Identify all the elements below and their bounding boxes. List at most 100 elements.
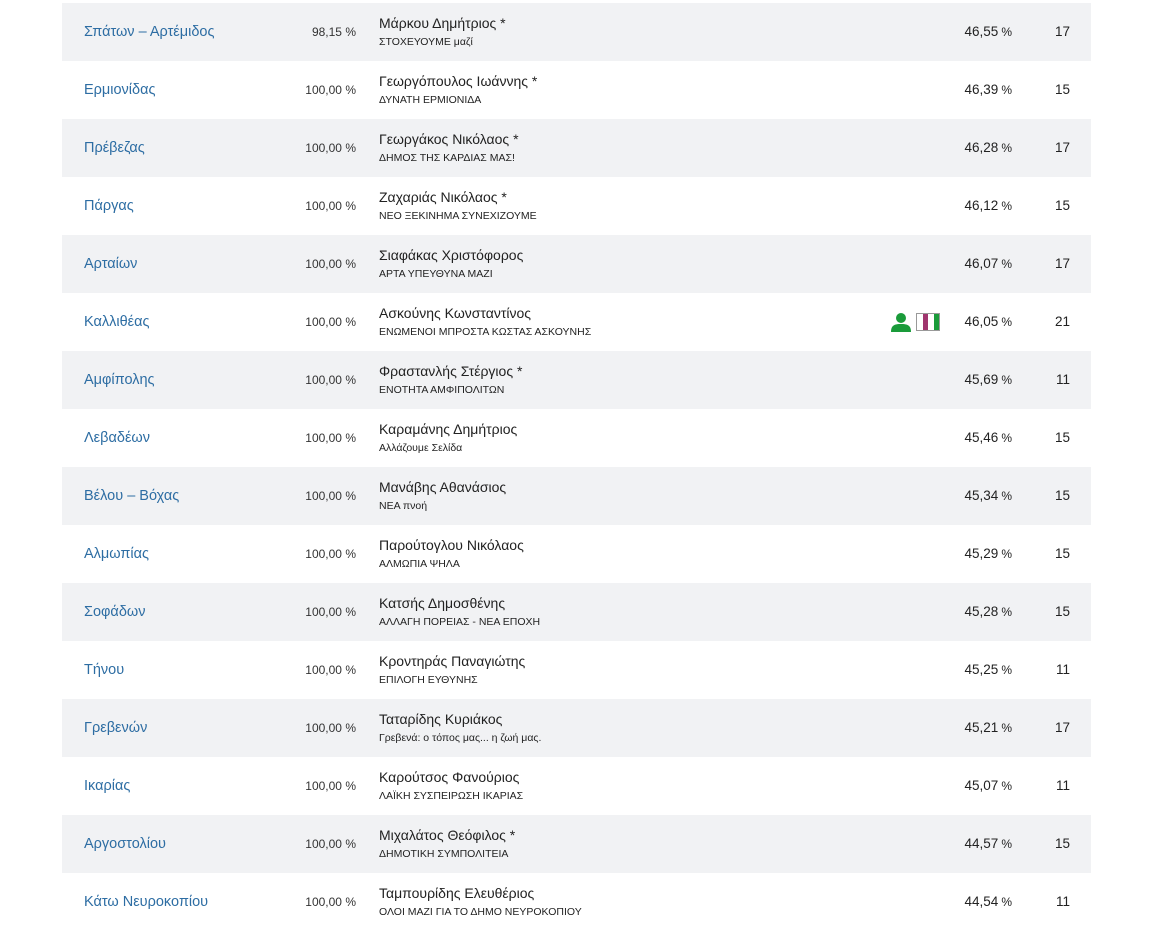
table-row: Πάργας 100,00 % Ζαχαριάς Νικόλαος * ΝΕΟ ΞΕΚ… [62, 177, 1091, 235]
results-table: Σπάτων – Αρτέμιδος 98,15 % Μάρκου Δημήτριο… [62, 3, 1091, 929]
candidate-name: Φραστανλής Στέργιος * [379, 363, 523, 379]
candidate-party: ΕΝΩΜΕΝΟΙ ΜΠΡΟΣΤΑ ΚΩΣΤΑΣ ΑΣΚΟΥΝΗΣ [379, 326, 592, 338]
candidate-icons [890, 312, 940, 332]
vote-percentage: 45,07% [965, 757, 1012, 815]
vote-percentage: 46,55% [965, 3, 1012, 61]
vote-percentage: 46,07% [965, 235, 1012, 293]
seats-count: 15 [1054, 488, 1070, 503]
percent-unit: % [1001, 895, 1012, 909]
candidate-name: Ταταρίδης Κυριάκος [379, 711, 503, 727]
percent-unit: % [1001, 25, 1012, 39]
candidate-name: Μάρκου Δημήτριος * [379, 15, 506, 31]
vote-percentage: 45,21% [965, 699, 1012, 757]
municipality-link[interactable]: Αμφίπολης [84, 351, 155, 409]
percent-unit: % [1001, 547, 1012, 561]
candidate-name: Σιαφάκας Χριστόφορος [379, 247, 524, 263]
vote-percentage: 44,57% [965, 815, 1012, 873]
seats-count: 15 [1054, 836, 1070, 851]
vote-percentage: 45,34% [965, 467, 1012, 525]
percent-unit: % [1001, 257, 1012, 271]
candidate-cell: Γεωργόπουλος Ιωάννης * ΔΥΝΑΤΗ ΕΡΜΙΟΝΙΔΑ [379, 73, 537, 107]
municipality-link[interactable]: Πρέβεζας [84, 119, 145, 177]
seats-count: 11 [1055, 894, 1070, 909]
vote-percentage: 45,46% [965, 409, 1012, 467]
candidate-party: ΑΡΤΑ ΥΠΕΥΘΥΝΑ ΜΑΖΙ [379, 268, 493, 280]
candidate-name: Καρούτσος Φανούριος [379, 769, 520, 785]
municipality-link[interactable]: Ικαρίας [84, 757, 130, 815]
candidate-party: ΛΑΪΚΗ ΣΥΣΠΕΙΡΩΣΗ ΙΚΑΡΙΑΣ [379, 790, 524, 802]
vote-percentage-value: 45,34 [964, 488, 999, 503]
candidate-party: ΟΛΟΙ ΜΑΖΙ ΓΙΑ ΤΟ ΔΗΜΟ ΝΕΥΡΟΚΟΠΙΟΥ [379, 906, 582, 918]
municipality-link[interactable]: Σοφάδων [84, 583, 145, 641]
vote-percentage: 45,28% [965, 583, 1012, 641]
municipality-link[interactable]: Λεβαδέων [84, 409, 150, 467]
percent-unit: % [1001, 141, 1012, 155]
municipality-link[interactable]: Ερμιονίδας [84, 61, 155, 119]
counted-percentage: 100,00 % [305, 373, 356, 387]
table-row: Πρέβεζας 100,00 % Γεωργάκος Νικόλαος * ΔΗΜΟ… [62, 119, 1091, 177]
municipality-link[interactable]: Γρεβενών [84, 699, 147, 757]
seats-count: 21 [1054, 314, 1070, 329]
vote-percentage-value: 46,55 [964, 24, 999, 39]
seats-count: 15 [1054, 82, 1070, 97]
percent-unit: % [1001, 373, 1012, 387]
vote-percentage-value: 46,39 [964, 82, 999, 97]
percent-unit: % [1001, 837, 1012, 851]
counted-percentage: 100,00 % [305, 837, 356, 851]
vote-percentage-value: 44,54 [964, 894, 999, 909]
counted-percentage: 98,15 % [311, 25, 356, 39]
seats-count: 17 [1054, 24, 1070, 39]
candidate-cell: Ταταρίδης Κυριάκος Γρεβενά: ο τόπος μας..… [379, 711, 541, 745]
counted-percentage: 100,00 % [305, 257, 356, 271]
counted-percentage: 100,00 % [305, 141, 356, 155]
municipality-link[interactable]: Τήνου [84, 641, 124, 699]
candidate-name: Παρούτογλου Νικόλαος [379, 537, 524, 553]
person-icon [890, 312, 912, 332]
seats-count: 15 [1054, 430, 1070, 445]
vote-percentage: 46,39% [965, 61, 1012, 119]
table-row: Αργοστολίου 100,00 % Μιχαλάτος Θεόφιλος * Δ… [62, 815, 1091, 873]
municipality-link[interactable]: Κάτω Νευροκοπίου [84, 873, 208, 929]
table-row: Ερμιονίδας 100,00 % Γεωργόπουλος Ιωάννης *… [62, 61, 1091, 119]
table-row: Κάτω Νευροκοπίου 100,00 % Ταμπουρίδης Ελευ… [62, 873, 1091, 929]
seats-count: 11 [1055, 778, 1070, 793]
municipality-link[interactable]: Αλμωπίας [84, 525, 149, 583]
municipality-link[interactable]: Πάργας [84, 177, 134, 235]
candidate-cell: Παρούτογλου Νικόλαος ΑΛΜΩΠΙΑ ΨΗΛΑ [379, 537, 524, 571]
candidate-cell: Μανάβης Αθανάσιος ΝΕΑ πνοή [379, 479, 506, 513]
candidate-cell: Μάρκου Δημήτριος * ΣΤΟΧΕΥΟΥΜΕ μαζί [379, 15, 506, 49]
municipality-link[interactable]: Βέλου – Βόχας [84, 467, 179, 525]
candidate-name: Κατσής Δημοσθένης [379, 595, 506, 611]
seats-count: 15 [1054, 604, 1070, 619]
candidate-name: Μανάβης Αθανάσιος [379, 479, 507, 495]
vote-percentage: 46,28% [965, 119, 1012, 177]
table-row: Αρταίων 100,00 % Σιαφάκας Χριστόφορος ΑΡΤΑ … [62, 235, 1091, 293]
vote-percentage: 45,29% [965, 525, 1012, 583]
vote-percentage: 45,25% [965, 641, 1012, 699]
municipality-link[interactable]: Αργοστολίου [84, 815, 166, 873]
seats-count: 17 [1054, 140, 1070, 155]
candidate-cell: Ζαχαριάς Νικόλαος * ΝΕΟ ΞΕΚΙΝΗΜΑ ΣΥΝΕΧΙΖΟ… [379, 189, 537, 223]
candidate-name: Κροντηράς Παναγιώτης [379, 653, 526, 669]
municipality-link[interactable]: Σπάτων – Αρτέμιδος [84, 3, 214, 61]
municipality-link[interactable]: Αρταίων [84, 235, 137, 293]
counted-percentage: 100,00 % [305, 779, 356, 793]
candidate-party: ΑΛΜΩΠΙΑ ΨΗΛΑ [379, 558, 460, 570]
vote-percentage: 45,69% [965, 351, 1012, 409]
percent-unit: % [1001, 431, 1012, 445]
counted-percentage: 100,00 % [305, 315, 356, 329]
seats-count: 17 [1054, 256, 1070, 271]
seats-count: 15 [1054, 198, 1070, 213]
candidate-party: ΕΝΟΤΗΤΑ ΑΜΦΙΠΟΛΙΤΩΝ [379, 384, 505, 396]
vote-percentage-value: 46,05 [964, 314, 999, 329]
seats-count: 15 [1054, 546, 1070, 561]
candidate-party: ΑΛΛΑΓΗ ΠΟΡΕΙΑΣ - ΝΕΑ ΕΠΟΧΗ [379, 616, 541, 628]
seats-count: 11 [1055, 662, 1070, 677]
table-row: Τήνου 100,00 % Κροντηράς Παναγιώτης ΕΠΙΛΟΓΗ… [62, 641, 1091, 699]
table-row: Γρεβενών 100,00 % Ταταρίδης Κυριάκος Γρεβεν… [62, 699, 1091, 757]
table-row: Καλλιθέας 100,00 % Ασκούνης Κωνσταντίνος ΕΝ… [62, 293, 1091, 351]
counted-percentage: 100,00 % [305, 489, 356, 503]
municipality-link[interactable]: Καλλιθέας [84, 293, 150, 351]
vote-percentage-value: 45,46 [964, 430, 999, 445]
table-row: Αμφίπολης 100,00 % Φραστανλής Στέργιος * ΕΝ… [62, 351, 1091, 409]
